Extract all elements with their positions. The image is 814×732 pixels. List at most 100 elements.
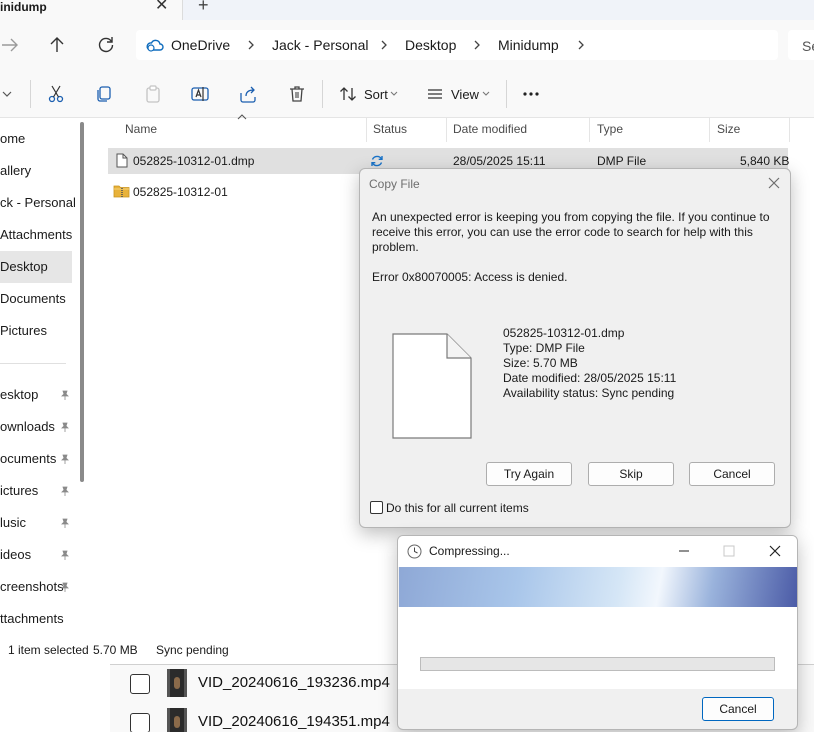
address-bar[interactable]: OneDrive Jack - Personal Desktop Minidum… xyxy=(136,30,778,60)
sidebar-item-attachments[interactable]: Attachments xyxy=(0,219,72,251)
pin-icon[interactable] xyxy=(60,486,70,496)
chevron-down-icon[interactable] xyxy=(2,90,12,98)
column-header-date-modified[interactable]: Date modified xyxy=(453,122,527,136)
sidebar-scrollbar[interactable] xyxy=(80,122,84,482)
new-tab-icon[interactable]: + xyxy=(198,0,209,14)
tab-title: inidump xyxy=(0,0,47,14)
dialog-title: Copy File xyxy=(369,177,420,191)
search-placeholder: Se xyxy=(802,38,814,54)
rename-icon[interactable] xyxy=(190,84,210,104)
more-options-icon[interactable] xyxy=(521,84,541,104)
pin-icon[interactable] xyxy=(60,422,70,432)
sort-icon[interactable] xyxy=(338,84,358,104)
breadcrumb-minidump[interactable]: Minidump xyxy=(498,37,559,53)
sidebar-item-pictures[interactable]: Pictures xyxy=(0,315,72,347)
column-divider[interactable] xyxy=(789,118,790,142)
sidebar-item-label: ttachments xyxy=(0,611,64,626)
sidebar-item-label: ocuments xyxy=(0,451,57,466)
sidebar-item-label: esktop xyxy=(0,387,39,402)
pin-icon[interactable] xyxy=(60,550,70,560)
close-icon[interactable] xyxy=(766,175,782,191)
chevron-right-icon[interactable] xyxy=(246,38,256,52)
cancel-compress-button[interactable]: Cancel xyxy=(702,697,774,721)
sidebar-item-quick-documents[interactable]: ocuments xyxy=(0,443,72,475)
document-icon xyxy=(392,333,472,439)
refresh-icon[interactable] xyxy=(94,33,118,57)
column-header-name[interactable]: Name xyxy=(125,122,157,136)
sidebar-item-label: Attachments xyxy=(0,227,73,242)
detail-file-name: 052825-10312-01.dmp xyxy=(503,326,625,340)
sidebar-item-downloads[interactable]: ownloads xyxy=(0,411,72,443)
skip-button[interactable]: Skip xyxy=(588,462,674,486)
column-header-status[interactable]: Status xyxy=(373,122,407,136)
status-selection-count: 1 item selected xyxy=(8,643,89,657)
copy-icon[interactable] xyxy=(94,84,114,104)
compressing-dialog: Compressing... Cancel xyxy=(397,535,798,730)
view-icon[interactable] xyxy=(425,84,445,104)
file-icon xyxy=(116,153,128,168)
tab-close-icon[interactable]: ✕ xyxy=(155,0,168,14)
row-checkbox[interactable] xyxy=(130,674,150,694)
cancel-button[interactable]: Cancel xyxy=(689,462,775,486)
file-size: 5,840 KB xyxy=(740,154,790,168)
column-divider[interactable] xyxy=(366,118,367,142)
sidebar-item-label: lusic xyxy=(0,515,27,530)
sidebar-item-documents[interactable]: Documents xyxy=(0,283,72,315)
sidebar-item-videos[interactable]: ideos xyxy=(0,539,72,571)
pin-icon[interactable] xyxy=(60,582,70,592)
detail-file-size: Size: 5.70 MB xyxy=(503,356,578,370)
sidebar-item-jack-personal[interactable]: ck - Personal xyxy=(0,187,76,219)
chevron-down-icon[interactable] xyxy=(390,91,398,97)
up-arrow-icon[interactable] xyxy=(45,33,69,57)
sidebar-item-desktop[interactable]: Desktop xyxy=(0,251,72,283)
sidebar-divider xyxy=(0,363,66,364)
tab-bar: inidump ✕ + xyxy=(0,0,814,20)
sidebar-item-screenshots[interactable]: creenshots xyxy=(0,571,72,603)
column-divider[interactable] xyxy=(709,118,710,142)
chevron-right-icon[interactable] xyxy=(472,38,482,52)
file-type: DMP File xyxy=(597,154,647,168)
error-message: An unexpected error is keeping you from … xyxy=(372,210,770,254)
tab-minidump[interactable]: inidump ✕ xyxy=(0,0,183,20)
chevron-right-icon[interactable] xyxy=(379,38,389,52)
forward-arrow-icon[interactable] xyxy=(0,33,22,57)
share-icon[interactable] xyxy=(238,84,258,104)
progress-bar xyxy=(420,657,775,671)
chevron-down-icon[interactable] xyxy=(482,91,490,97)
column-divider[interactable] xyxy=(589,118,590,142)
try-again-button[interactable]: Try Again xyxy=(486,462,572,486)
minimize-icon[interactable] xyxy=(677,544,691,558)
view-button[interactable]: View xyxy=(451,87,479,102)
apply-to-all-label[interactable]: Do this for all current items xyxy=(386,501,529,515)
row-checkbox[interactable] xyxy=(130,713,150,732)
video-file-name: VID_20240616_194351.mp4 xyxy=(198,713,390,730)
column-header-size[interactable]: Size xyxy=(717,122,740,136)
chevron-right-icon[interactable] xyxy=(576,38,586,52)
status-sync: Sync pending xyxy=(156,643,229,657)
apply-to-all-checkbox[interactable] xyxy=(370,501,383,514)
breadcrumb-desktop[interactable]: Desktop xyxy=(405,37,456,53)
sidebar-item-home[interactable]: ome xyxy=(0,123,72,155)
toolbar-divider xyxy=(322,80,323,108)
delete-icon[interactable] xyxy=(287,84,307,104)
pin-icon[interactable] xyxy=(60,518,70,528)
sidebar-item-quick-pictures[interactable]: ictures xyxy=(0,475,72,507)
sidebar-item-quick-desktop[interactable]: esktop xyxy=(0,379,72,411)
pin-icon[interactable] xyxy=(60,454,70,464)
search-box[interactable]: Se xyxy=(788,30,814,60)
column-divider[interactable] xyxy=(446,118,447,142)
pin-icon[interactable] xyxy=(60,390,70,400)
breadcrumb-onedrive[interactable]: OneDrive xyxy=(171,37,230,53)
sort-button[interactable]: Sort xyxy=(364,87,388,102)
column-header-type[interactable]: Type xyxy=(597,122,623,136)
video-thumbnail xyxy=(167,708,187,732)
breadcrumb-jack-personal[interactable]: Jack - Personal xyxy=(272,37,368,53)
cut-icon[interactable] xyxy=(46,84,66,104)
sidebar-item-gallery[interactable]: allery xyxy=(0,155,72,187)
file-details: 052825-10312-01.dmp Type: DMP File Size:… xyxy=(503,326,676,401)
sidebar-item-quick-attachments[interactable]: ttachments xyxy=(0,603,72,635)
sidebar-item-music[interactable]: lusic xyxy=(0,507,72,539)
zip-folder-icon xyxy=(113,185,130,198)
sidebar-item-label: ome xyxy=(0,131,26,146)
close-icon[interactable] xyxy=(768,544,782,558)
